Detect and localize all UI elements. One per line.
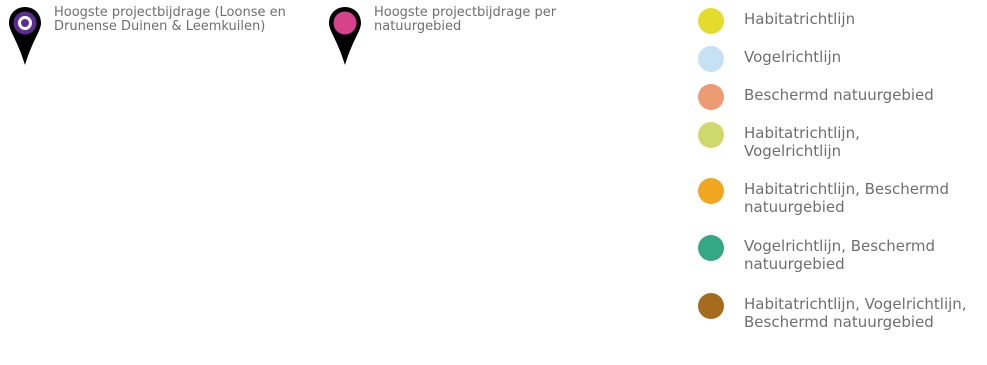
legend-item-beschermd-natuurgebied: Beschermd natuurgebied — [698, 84, 983, 122]
legend-label: Habitatrichtlijn, Vogelrichtlijn, Besche… — [744, 295, 967, 331]
legend-item-vogelrichtlijn: Vogelrichtlijn — [698, 46, 983, 84]
marker-legend-highest-contribution-loonse: Hoogste projectbijdrage (Loonse en Drune… — [8, 6, 308, 66]
legend-swatch — [698, 46, 724, 72]
legend-label: Vogelrichtlijn, Beschermd natuurgebied — [744, 237, 936, 273]
legend-item-vogel-beschermd: Vogelrichtlijn, Beschermd natuurgebied — [698, 235, 983, 293]
legend-label: Habitatrichtlijn, Beschermd natuurgebied — [744, 180, 949, 216]
legend-swatch — [698, 293, 724, 319]
legend-swatch — [698, 122, 724, 148]
legend-swatch — [698, 235, 724, 261]
legend-swatch — [698, 178, 724, 204]
legend-label: Vogelrichtlijn — [744, 48, 842, 66]
legend-swatch — [698, 8, 724, 34]
map-pin-ring-icon — [9, 7, 41, 65]
legend-label: Habitatrichtlijn, Vogelrichtlijn — [744, 124, 860, 160]
legend-swatch — [698, 84, 724, 110]
legend-item-habitat-beschermd: Habitatrichtlijn, Beschermd natuurgebied — [698, 178, 983, 235]
marker-legend-highest-contribution-per-area: Hoogste projectbijdrage per natuurgebied — [328, 6, 608, 66]
legend-item-habitatrichtlijn: Habitatrichtlijn — [698, 8, 983, 46]
legend-item-habitat-vogel: Habitatrichtlijn, Vogelrichtlijn — [698, 122, 983, 178]
legend-item-habitat-vogel-beschermd: Habitatrichtlijn, Vogelrichtlijn, Besche… — [698, 293, 983, 363]
color-legend: Habitatrichtlijn Vogelrichtlijn Bescherm… — [698, 8, 983, 363]
map-pin-filled-icon — [329, 7, 361, 65]
legend-label: Beschermd natuurgebied — [744, 86, 934, 104]
legend-label: Habitatrichtlijn — [744, 10, 856, 28]
marker-label: Hoogste projectbijdrage (Loonse en Drune… — [54, 5, 286, 34]
marker-label: Hoogste projectbijdrage per natuurgebied — [374, 5, 557, 34]
